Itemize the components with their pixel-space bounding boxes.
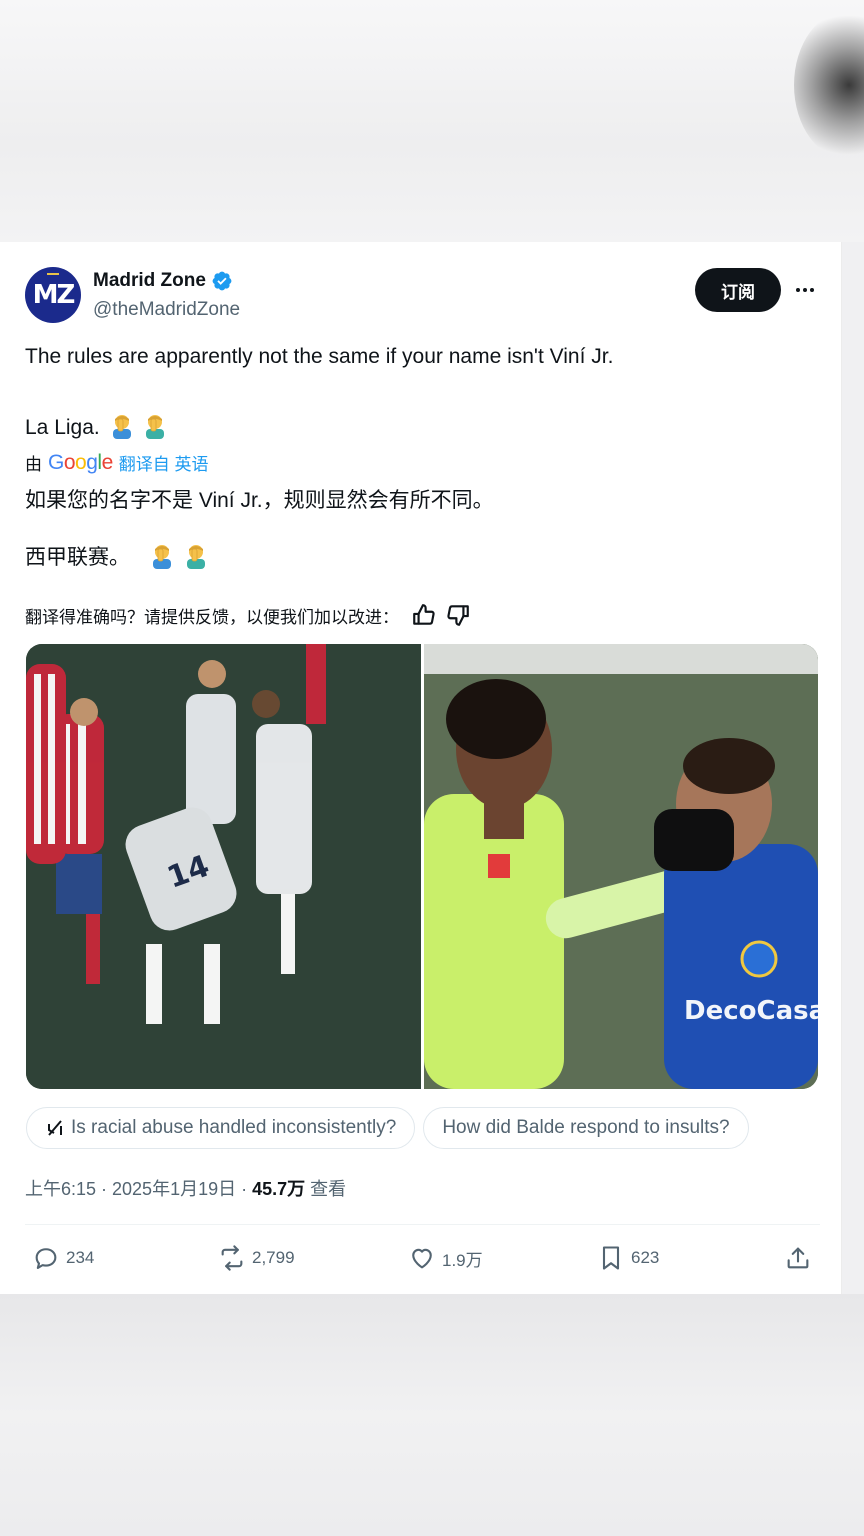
related-questions: Is racial abuse handled inconsistently? … [26,1107,818,1149]
man-facepalming-emoji [186,545,205,569]
bookmark-button[interactable]: 623 [597,1240,659,1276]
chip-label: How did Balde respond to insults? [442,1117,730,1138]
translation-feedback: 翻译得准确吗？请提供反馈，以便我们加以改进： [25,602,471,628]
chip-label: Is racial abuse handled inconsistently? [71,1117,397,1138]
media-image-right[interactable]: DecoCasa [423,644,818,1089]
tweet-text-line-2: La Liga. [25,413,167,440]
chip-question-2[interactable]: How did Balde respond to insults? [423,1107,749,1149]
media-image-left[interactable]: 14 [26,644,421,1089]
translate-source-link[interactable]: 翻译自 英语 [119,450,209,475]
display-name-text: Madrid Zone [93,270,206,291]
user-handle[interactable]: @theMadridZone [93,299,240,321]
translated-by-prefix: 由 [25,455,42,474]
translation-la-liga: 西甲联赛。 [25,546,130,569]
thumbs-up-icon[interactable] [411,602,437,628]
man-facepalming-emoji [146,415,165,439]
divider [25,1224,820,1225]
translation-line-1: 如果您的名字不是 Viní Jr.，规则显然会有所不同。 [25,489,494,512]
reply-button[interactable]: 234 [32,1240,94,1276]
google-logo: Google [48,450,113,474]
share-button[interactable] [784,1240,812,1276]
tweet-timestamp[interactable]: 上午6:15 · 2025年1月19日 · [25,1179,252,1199]
tweet-text-la-liga: La Liga. [25,416,100,439]
reply-icon [35,1248,57,1269]
bookmark-count: 623 [631,1248,660,1267]
like-button[interactable]: 1.9万 [408,1240,483,1276]
man-facepalming-emoji [152,545,171,569]
share-icon [787,1247,809,1269]
verified-badge-icon [212,271,232,291]
svg-text:DecoCasa: DecoCasa [684,996,818,1026]
like-icon [412,1248,432,1269]
bookmark-icon [602,1246,620,1270]
repost-icon [221,1245,243,1271]
avatar-monogram: MZ [32,280,76,310]
blurred-background-top [0,0,864,242]
views-count: 45.7万 [252,1179,306,1199]
reply-count: 234 [66,1248,95,1267]
display-name[interactable]: Madrid Zone [93,270,233,292]
tweet-media[interactable]: 14 DecoCasa [26,644,818,1089]
repost-button[interactable]: 2,799 [218,1240,295,1276]
players-confrontation-illustration: DecoCasa [423,644,818,1089]
repost-count: 2,799 [252,1248,295,1267]
blurred-background-bottom [0,1294,864,1536]
translation-line-2: 西甲联赛。 [25,541,208,571]
subscribe-button[interactable]: 订阅 [695,268,781,312]
feedback-prompt: 翻译得准确吗？请提供反馈，以便我们加以改进： [25,607,399,627]
tweet-meta: 上午6:15 · 2025年1月19日 · 45.7万 查看 [25,1175,346,1201]
grok-icon [48,1120,62,1136]
crown-mark [47,273,59,279]
like-count: 1.9万 [442,1250,483,1270]
thumbs-down-icon[interactable] [445,602,471,628]
chip-question-1[interactable]: Is racial abuse handled inconsistently? [26,1107,416,1149]
translated-by-google: 由 Google 翻译自 英语 [25,450,209,475]
more-options-icon[interactable] [790,279,820,301]
avatar[interactable]: MZ [25,267,81,323]
tweet-text-line-1: The rules are apparently not the same if… [25,345,614,368]
views-label: 查看 [305,1179,347,1199]
blurred-shape [794,10,864,160]
man-facepalming-emoji [112,415,131,439]
football-scuffle-illustration: 14 [26,644,421,1089]
